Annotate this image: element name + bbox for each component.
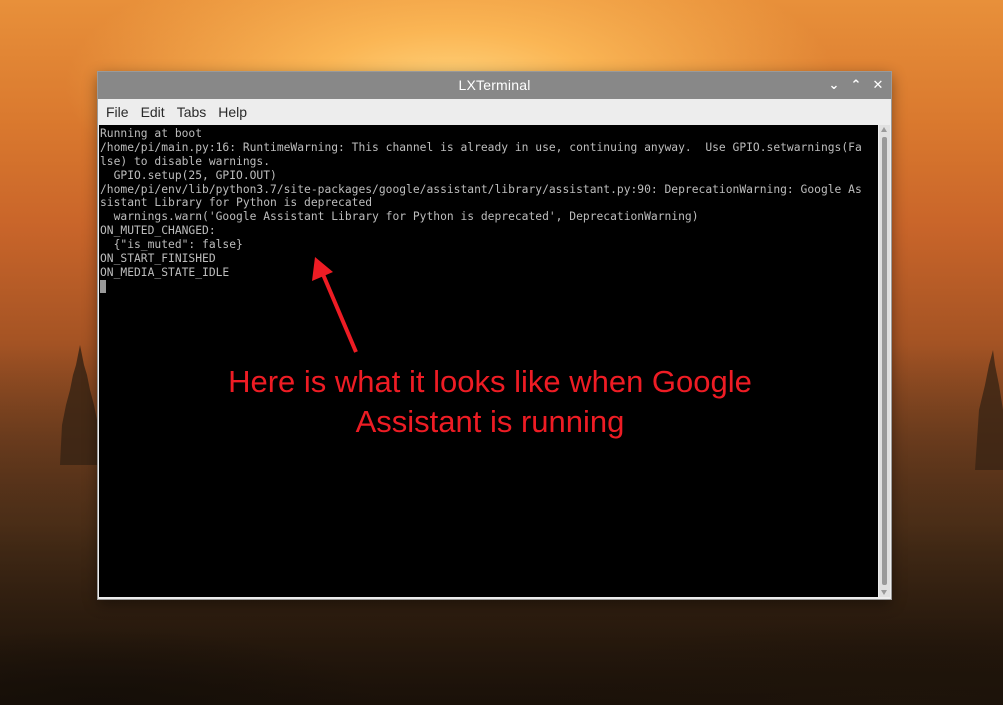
terminal-line: ON_MUTED_CHANGED: <box>100 224 216 238</box>
terminal-prompt-line <box>100 279 878 294</box>
menu-file[interactable]: File <box>100 104 135 120</box>
scroll-down-arrow-icon[interactable] <box>881 590 887 595</box>
menu-edit[interactable]: Edit <box>135 104 171 120</box>
menu-bar: File Edit Tabs Help <box>98 99 891 124</box>
window-titlebar[interactable]: LXTerminal ⌄ ⌃ ✕ <box>98 72 891 99</box>
terminal-scrollbar[interactable] <box>879 125 890 597</box>
window-controls: ⌄ ⌃ ✕ <box>827 76 885 94</box>
terminal-line: ON_MEDIA_STATE_IDLE <box>100 265 230 279</box>
close-icon[interactable]: ✕ <box>871 76 885 94</box>
terminal-line: /home/pi/env/lib/python3.7/site-packages… <box>100 182 862 196</box>
terminal-line: GPIO.setup(25, GPIO.OUT) <box>100 168 277 182</box>
annotation-arrow-icon <box>312 257 358 353</box>
terminal-line: ON_START_FINISHED <box>100 252 216 266</box>
annotation-line-1: Here is what it looks like when Google <box>228 364 752 399</box>
scrollbar-thumb[interactable] <box>882 137 887 585</box>
terminal-line: {"is_muted": false} <box>100 238 243 252</box>
terminal-line: lse) to disable warnings. <box>100 154 271 168</box>
menu-help[interactable]: Help <box>212 104 253 120</box>
terminal-cursor <box>100 279 106 293</box>
terminal-window: LXTerminal ⌄ ⌃ ✕ File Edit Tabs Help Run… <box>98 72 891 599</box>
temple-silhouette <box>60 345 100 465</box>
temple-silhouette-right <box>975 350 1003 470</box>
terminal-output[interactable]: Running at boot/home/pi/main.py:16: Runt… <box>99 125 878 597</box>
terminal-line: /home/pi/main.py:16: RuntimeWarning: Thi… <box>100 140 862 154</box>
terminal-line: Running at boot <box>100 127 203 140</box>
annotation-line-2: Assistant is running <box>355 404 625 439</box>
menu-tabs[interactable]: Tabs <box>171 104 213 120</box>
terminal-line: sistant Library for Python is deprecated <box>100 196 373 210</box>
window-title: LXTerminal <box>458 77 531 93</box>
terminal-line: warnings.warn('Google Assistant Library … <box>100 210 699 224</box>
annotation-caption: Here is what it looks like when Google A… <box>190 362 790 442</box>
maximize-icon[interactable]: ⌃ <box>849 76 863 94</box>
scroll-up-arrow-icon[interactable] <box>881 127 887 132</box>
minimize-icon[interactable]: ⌄ <box>827 76 841 94</box>
